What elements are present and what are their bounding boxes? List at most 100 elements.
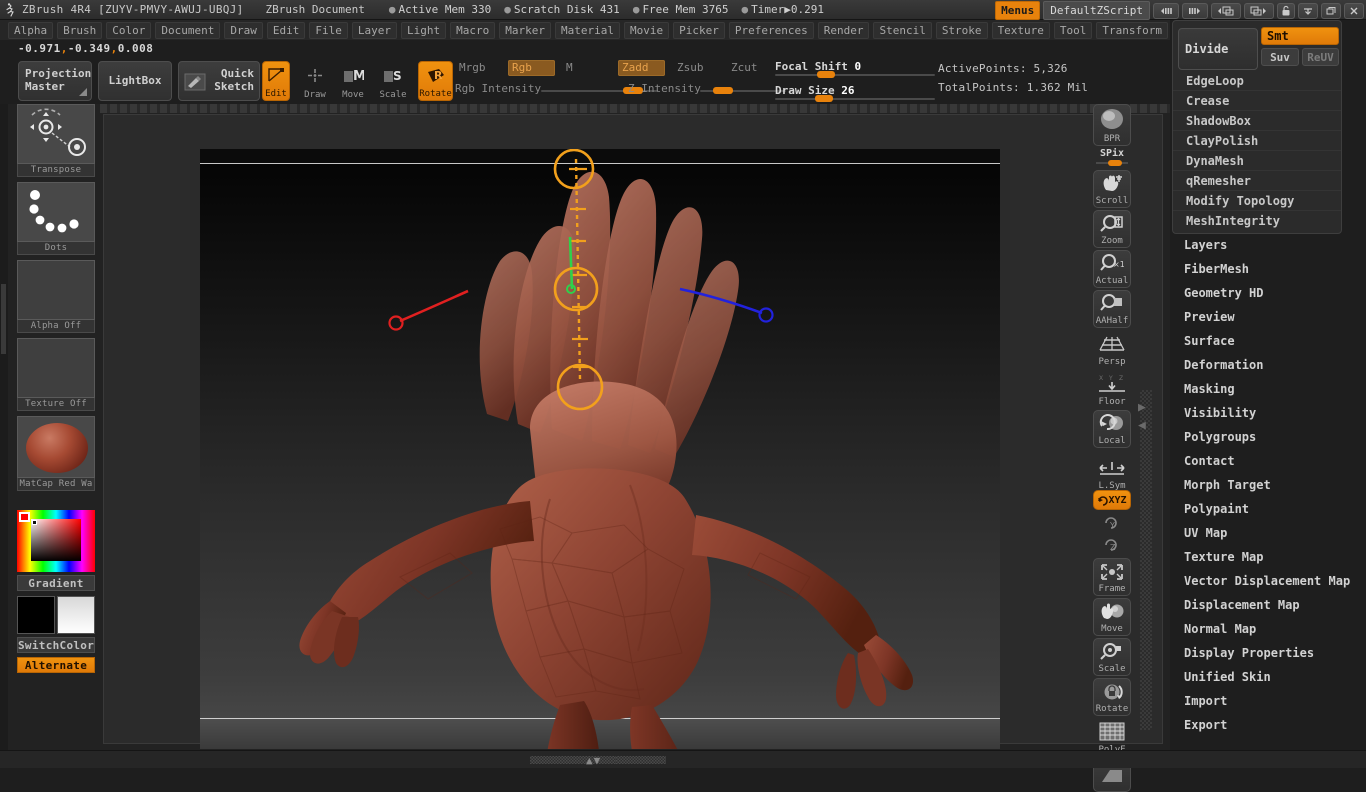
panel-item-normal-map[interactable]: Normal Map bbox=[1170, 617, 1366, 641]
bottom-grip-right[interactable] bbox=[616, 756, 666, 764]
spix-slider[interactable] bbox=[1096, 160, 1128, 166]
move-button[interactable]: Move bbox=[1093, 598, 1131, 636]
color-cursor[interactable] bbox=[32, 520, 37, 525]
menu-macro[interactable]: Macro bbox=[450, 21, 496, 39]
focal-shift-knob[interactable] bbox=[817, 71, 835, 78]
alternate-button[interactable]: Alternate bbox=[17, 657, 95, 673]
rotate-z-button[interactable]: Z bbox=[1093, 534, 1131, 556]
panel-item-export[interactable]: Export bbox=[1170, 713, 1366, 737]
smt-button[interactable]: Smt bbox=[1261, 27, 1339, 45]
panel-item-preview[interactable]: Preview bbox=[1170, 305, 1366, 329]
panel-item-visibility[interactable]: Visibility bbox=[1170, 401, 1366, 425]
projection-master-button[interactable]: Projection Master bbox=[18, 61, 92, 101]
submenu-item-modify-topology[interactable]: Modify Topology bbox=[1173, 191, 1341, 211]
canvas-area[interactable] bbox=[100, 104, 1170, 750]
right-tray-grip[interactable] bbox=[1140, 390, 1152, 730]
zscript-button[interactable]: DefaultZScript bbox=[1043, 1, 1150, 20]
focal-shift-slider[interactable]: Focal Shift 0 bbox=[775, 60, 935, 80]
tray-collapse-icon[interactable]: ◀ bbox=[1138, 418, 1146, 433]
scale-mode-button[interactable]: S Scale bbox=[378, 61, 408, 101]
draw-size-knob[interactable] bbox=[815, 95, 833, 102]
menu-color[interactable]: Color bbox=[106, 21, 152, 39]
panel-item-unified-skin[interactable]: Unified Skin bbox=[1170, 665, 1366, 689]
menu-tool[interactable]: Tool bbox=[1053, 21, 1093, 39]
shelf-item-material[interactable]: MatCap Red Wa bbox=[17, 416, 95, 491]
rgb-toggle[interactable]: Rgb bbox=[508, 60, 555, 77]
transpose-icon[interactable] bbox=[17, 104, 95, 164]
panel-item-uv-map[interactable]: UV Map bbox=[1170, 521, 1366, 545]
shelf-item-texture[interactable]: Texture Off bbox=[17, 338, 95, 411]
tray-expand-icon[interactable]: ▶ bbox=[1138, 400, 1146, 415]
menu-preferences[interactable]: Preferences bbox=[728, 21, 814, 39]
reuv-button[interactable]: ReUV bbox=[1302, 48, 1339, 66]
frame-button[interactable]: Frame bbox=[1093, 558, 1131, 596]
scroll-down-icon[interactable]: ▼ bbox=[594, 754, 602, 767]
actual-button[interactable]: ×1 Actual bbox=[1093, 250, 1131, 288]
submenu-item-meshintegrity[interactable]: MeshIntegrity bbox=[1173, 211, 1341, 231]
menu-transform[interactable]: Transform bbox=[1096, 21, 1169, 39]
menu-draw[interactable]: Draw bbox=[224, 21, 263, 39]
panel-item-morph-target[interactable]: Morph Target bbox=[1170, 473, 1366, 497]
z-intensity-knob[interactable] bbox=[713, 87, 733, 94]
panel-item-polypaint[interactable]: Polypaint bbox=[1170, 497, 1366, 521]
doc-next-button[interactable] bbox=[1244, 2, 1274, 19]
panel-item-import[interactable]: Import bbox=[1170, 689, 1366, 713]
restore-button[interactable] bbox=[1321, 2, 1341, 19]
primary-color-swatch[interactable] bbox=[17, 596, 55, 634]
menu-stencil[interactable]: Stencil bbox=[873, 21, 932, 39]
panel-item-geometry-hd[interactable]: Geometry HD bbox=[1170, 281, 1366, 305]
panel-item-layers[interactable]: Layers bbox=[1170, 233, 1366, 257]
rotate-y-button[interactable]: Y bbox=[1093, 512, 1131, 534]
bottom-grip-left[interactable] bbox=[530, 756, 620, 764]
panel-item-displacement-map[interactable]: Displacement Map bbox=[1170, 593, 1366, 617]
left-tray-scroll-nub[interactable] bbox=[1, 284, 6, 354]
panel-item-surface[interactable]: Surface bbox=[1170, 329, 1366, 353]
focal-shift-track[interactable] bbox=[775, 71, 935, 78]
menu-movie[interactable]: Movie bbox=[623, 21, 670, 39]
panel-item-polygroups[interactable]: Polygroups bbox=[1170, 425, 1366, 449]
canvas-frame[interactable] bbox=[103, 114, 1163, 749]
draw-mode-button[interactable]: Draw bbox=[300, 61, 330, 101]
panel-item-fibermesh[interactable]: FiberMesh bbox=[1170, 257, 1366, 281]
menu-picker[interactable]: Picker bbox=[673, 21, 725, 39]
dots-icon[interactable] bbox=[17, 182, 95, 242]
bottom-bar[interactable]: ▲▼ bbox=[0, 750, 1366, 768]
zsub-toggle[interactable]: Zsub bbox=[673, 60, 708, 76]
spix-knob[interactable] bbox=[1108, 160, 1122, 166]
panel-item-display-properties[interactable]: Display Properties bbox=[1170, 641, 1366, 665]
persp-button[interactable]: Persp bbox=[1093, 330, 1131, 368]
scroll-up-icon[interactable]: ▲ bbox=[586, 754, 594, 767]
bottom-arrows[interactable]: ▲▼ bbox=[586, 754, 601, 767]
menu-render[interactable]: Render bbox=[817, 21, 870, 39]
menu-alpha[interactable]: Alpha bbox=[8, 21, 54, 39]
gradient-button[interactable]: Gradient bbox=[17, 575, 95, 591]
submenu-item-edgeloop[interactable]: EdgeLoop bbox=[1173, 71, 1341, 91]
lightbox-button[interactable]: LightBox bbox=[98, 61, 172, 101]
panel-item-texture-map[interactable]: Texture Map bbox=[1170, 545, 1366, 569]
panel-item-vector-displacement-map[interactable]: Vector Displacement Map bbox=[1170, 569, 1366, 593]
menu-document[interactable]: Document bbox=[155, 21, 221, 39]
matcap-sphere-icon[interactable] bbox=[17, 416, 95, 478]
aahalf-button[interactable]: AAHalf bbox=[1093, 290, 1131, 328]
edit-mode-button[interactable]: Edit bbox=[262, 61, 290, 101]
rotate-mode-button[interactable]: R Rotate bbox=[418, 61, 453, 101]
floor-button[interactable]: XYZ Floor bbox=[1093, 370, 1131, 408]
menu-stroke[interactable]: Stroke bbox=[935, 21, 988, 39]
shelf-item-transpose[interactable]: Transpose bbox=[17, 104, 95, 177]
submenu-item-qremesher[interactable]: qRemesher bbox=[1173, 171, 1341, 191]
divide-button[interactable]: Divide bbox=[1178, 28, 1258, 70]
minimize-button[interactable] bbox=[1298, 2, 1318, 19]
submenu-item-claypolish[interactable]: ClayPolish bbox=[1173, 131, 1341, 151]
scroll-button[interactable]: Scroll bbox=[1093, 170, 1131, 208]
shelf-item-alpha[interactable]: Alpha Off bbox=[17, 260, 95, 333]
menu-light[interactable]: Light bbox=[400, 21, 447, 39]
shelf-item-stroke[interactable]: Dots bbox=[17, 182, 95, 255]
secondary-color-swatch[interactable] bbox=[57, 596, 95, 634]
submenu-item-dynamesh[interactable]: DynaMesh bbox=[1173, 151, 1341, 171]
panel-item-masking[interactable]: Masking bbox=[1170, 377, 1366, 401]
bpr-button[interactable]: BPR bbox=[1093, 104, 1131, 146]
z-intensity-track[interactable] bbox=[700, 87, 786, 94]
zadd-toggle[interactable]: Zadd bbox=[618, 60, 665, 77]
panel-item-contact[interactable]: Contact bbox=[1170, 449, 1366, 473]
quick-sketch-button[interactable]: Quick Sketch bbox=[178, 61, 260, 101]
